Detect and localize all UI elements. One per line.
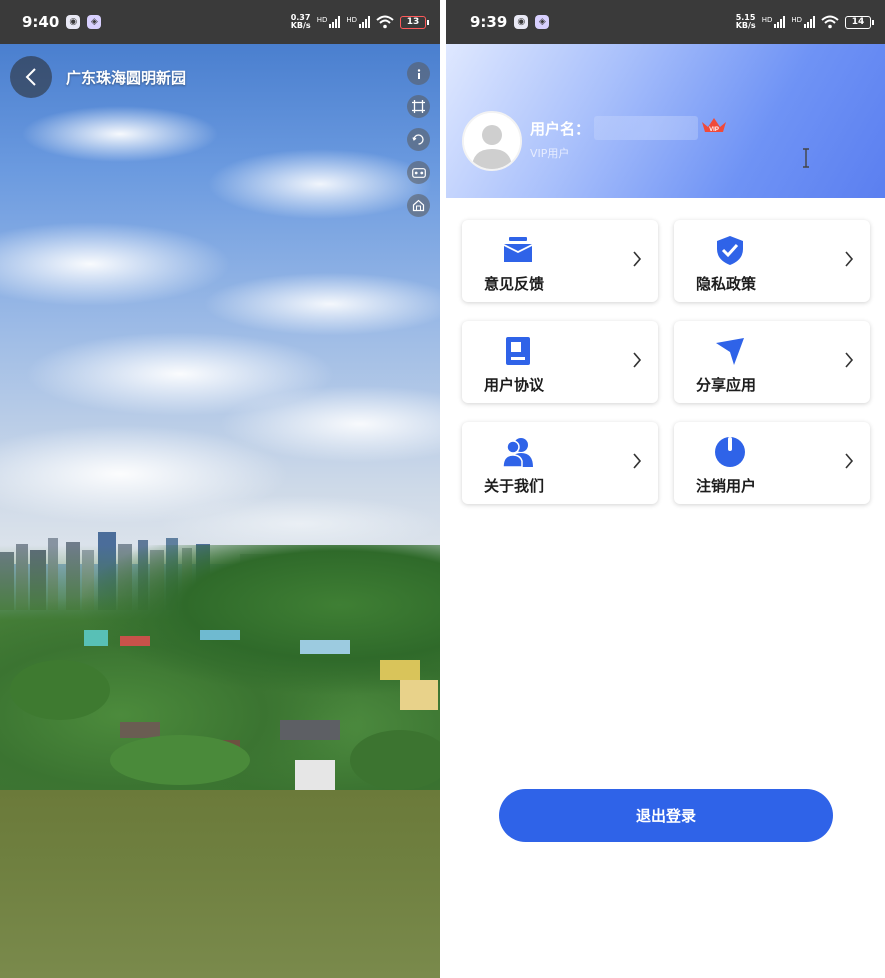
menu-card-label: 隐私政策 [696, 275, 757, 293]
menu-card-label: 意见反馈 [484, 275, 545, 293]
scene-title: 广东珠海圆明新园 [66, 68, 187, 87]
net-speed: 5.15 KB/s [735, 13, 756, 30]
member-type-label: VIP用户 [530, 147, 570, 160]
vr-icon [411, 167, 426, 178]
chevron-right-icon [633, 352, 642, 368]
wifi-icon [821, 15, 839, 29]
info-icon [417, 68, 420, 79]
notification-app-icon: ◉ [66, 15, 81, 29]
profile-banner: 用户名： VIP VIP用户 [446, 44, 885, 198]
vip-crown-icon: VIP [702, 118, 726, 133]
notification-shield-icon: ◈ [87, 15, 102, 29]
menu-card-feedback[interactable]: 意见反馈 [462, 220, 658, 302]
avatar[interactable] [462, 111, 522, 171]
home-icon [412, 199, 425, 212]
sky-panorama[interactable] [0, 44, 440, 564]
feedback-mail-icon [504, 237, 532, 262]
rotate-icon [412, 134, 424, 145]
send-icon [716, 338, 744, 365]
status-time: 9:40 [22, 13, 60, 31]
battery-indicator: 14 [845, 15, 874, 29]
wifi-icon [376, 15, 394, 29]
logout-button[interactable]: 退出登录 [499, 789, 833, 842]
notification-shield-icon: ◈ [535, 15, 550, 29]
default-avatar-icon [464, 113, 520, 169]
info-button[interactable] [407, 62, 430, 85]
notification-app-icon: ◉ [514, 15, 529, 29]
signal-icon: HD [762, 16, 786, 28]
chevron-right-icon [845, 352, 854, 368]
gyro-button[interactable] [407, 128, 430, 151]
document-icon [506, 337, 530, 365]
signal-icon: HD [317, 16, 341, 28]
panorama-screen: 9:40 ◉ ◈ 0.37 KB/s HD HD 13 广东珠海圆明新园 [0, 0, 440, 978]
power-icon [715, 437, 745, 467]
crop-icon [412, 100, 425, 113]
lake [0, 790, 440, 978]
text-cursor-icon [803, 148, 809, 168]
menu-card-label: 分享应用 [696, 376, 757, 394]
back-arrow-icon [25, 68, 36, 86]
status-bar-right: 9:39 ◉ ◈ 5.15 KB/s HD HD 14 [446, 0, 885, 44]
status-bar: 9:40 ◉ ◈ 0.37 KB/s HD HD 13 [0, 0, 440, 44]
panorama-toolbar [407, 62, 430, 217]
users-icon [502, 438, 533, 468]
chevron-right-icon [633, 453, 642, 469]
back-button[interactable] [10, 56, 52, 98]
menu-card-deregister[interactable]: 注销用户 [674, 422, 870, 504]
username-value-redacted [594, 116, 698, 140]
profile-screen: 9:39 ◉ ◈ 5.15 KB/s HD HD 14 用户名： VIP VIP… [446, 0, 885, 978]
vr-button[interactable] [407, 161, 430, 184]
chevron-right-icon [845, 453, 854, 469]
menu-card-agreement[interactable]: 用户协议 [462, 321, 658, 403]
signal-icon-2: HD [791, 16, 815, 28]
battery-indicator: 13 [400, 15, 429, 29]
menu-card-label: 用户协议 [484, 376, 545, 394]
menu-card-about[interactable]: 关于我们 [462, 422, 658, 504]
park-buildings [10, 630, 440, 790]
shield-check-icon [717, 236, 743, 265]
net-speed: 0.37 KB/s [290, 13, 311, 30]
chevron-right-icon [633, 251, 642, 267]
home-button[interactable] [407, 194, 430, 217]
chevron-right-icon [845, 251, 854, 267]
status-time: 9:39 [470, 13, 508, 31]
menu-card-label: 关于我们 [484, 477, 545, 495]
menu-card-share[interactable]: 分享应用 [674, 321, 870, 403]
signal-icon-2: HD [346, 16, 370, 28]
username-label: 用户名： [530, 120, 591, 138]
fullscreen-button[interactable] [407, 95, 430, 118]
menu-card-label: 注销用户 [696, 477, 757, 495]
menu-card-privacy[interactable]: 隐私政策 [674, 220, 870, 302]
svg-text:VIP: VIP [709, 127, 719, 133]
